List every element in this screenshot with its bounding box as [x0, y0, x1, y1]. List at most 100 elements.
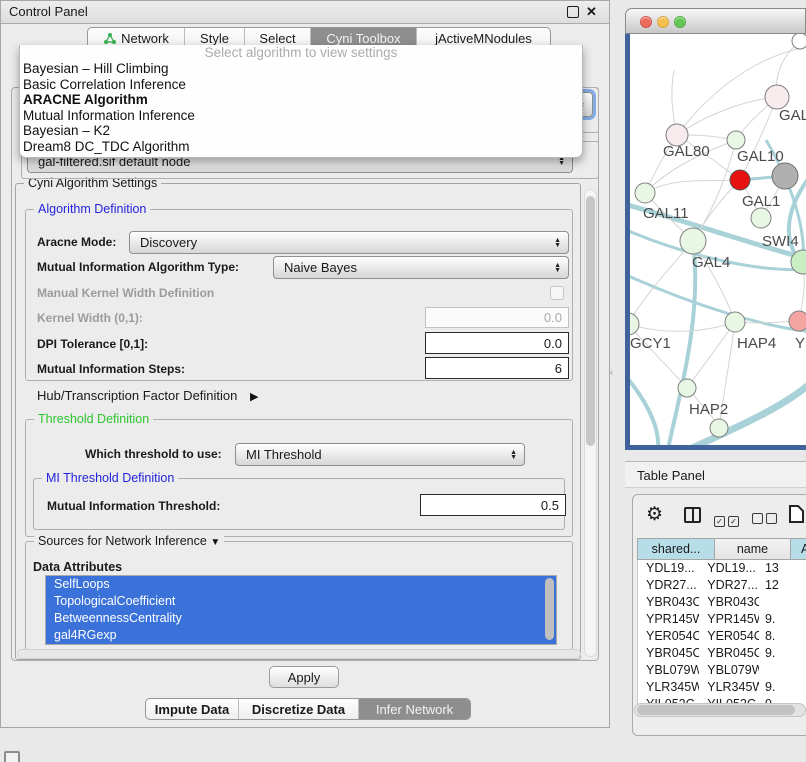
node-gcy1[interactable] — [630, 313, 639, 335]
dropdown-item-bayesian-hill-climbing[interactable]: Bayesian – Hill Climbing — [20, 61, 582, 77]
network-edge[interactable] — [645, 180, 740, 193]
data-attributes-list: SelfLoops TopologicalCoefficient Between… — [45, 575, 557, 645]
list-scrollbar-thumb[interactable] — [545, 578, 554, 640]
tab-infer-network[interactable]: Infer Network — [358, 699, 470, 719]
settings-hscrollbar-track[interactable] — [17, 649, 581, 659]
aracne-mode-label: Aracne Mode: — [37, 231, 116, 254]
table-row[interactable]: YLR345W YLR345W 9. — [638, 679, 806, 696]
dropdown-item-mutual-information[interactable]: Mutual Information Inference — [20, 108, 582, 124]
close-icon[interactable]: ✕ — [586, 1, 597, 23]
table-row[interactable]: YBL079W YBL079W — [638, 662, 806, 679]
mi-type-combobox[interactable]: Naive Bayes ▲▼ — [273, 256, 569, 279]
dropdown-item-dream8[interactable]: Dream8 DC_TDC Algorithm — [20, 139, 582, 155]
split-columns-icon[interactable] — [684, 507, 701, 523]
mi-threshold-input[interactable]: 0.5 — [420, 494, 566, 516]
apply-button[interactable]: Apply — [269, 666, 339, 688]
node-gal11[interactable] — [635, 183, 655, 203]
zoom-traffic-light[interactable] — [674, 16, 686, 28]
list-item-gal4rgexp[interactable]: gal4RGexp — [46, 627, 556, 644]
mi-steps-input[interactable]: 6 — [425, 357, 569, 379]
node-label-gal11: GAL11 — [643, 205, 689, 222]
list-item-topologicalcoefficient[interactable]: TopologicalCoefficient — [46, 593, 556, 610]
node-label-gal80: GAL80 — [663, 143, 710, 160]
mi-threshold-label: Mutual Information Threshold: — [47, 495, 220, 517]
table-row[interactable]: YBR043C YBR043C — [638, 594, 806, 611]
table-hscrollbar-thumb[interactable] — [637, 705, 795, 715]
column-header-name[interactable]: name — [715, 538, 791, 560]
node-label-gcy1: GCY1 — [630, 335, 671, 352]
node-label-y-cut: Y — [795, 335, 805, 352]
node-gal1[interactable] — [751, 208, 771, 228]
aracne-mode-combobox[interactable]: Discovery ▲▼ — [129, 231, 569, 254]
tab-network-label: Network — [121, 31, 169, 46]
hub-definition-expander[interactable]: Hub/Transcription Factor Definition ▶ — [37, 387, 258, 405]
table-body: YDL19... YDL19... 13 YDR27... YDR27... 1… — [637, 560, 806, 713]
column-header-shared-name[interactable]: shared... — [637, 538, 715, 560]
algorithm-definition-title: Algorithm Definition — [34, 202, 150, 216]
float-window-icon[interactable] — [567, 6, 579, 18]
node-hap2[interactable] — [678, 379, 696, 397]
show-checked-columns-icon[interactable]: ✓✓ — [714, 511, 739, 529]
mi-type-value: Naive Bayes — [284, 260, 357, 275]
node-gal-cut[interactable] — [765, 85, 789, 109]
minimize-traffic-light[interactable] — [657, 16, 669, 28]
control-panel-window: Control Panel ✕ Network Style — [0, 0, 610, 728]
chevron-down-icon[interactable]: ▼ — [210, 537, 220, 548]
table-row[interactable]: YDL19... YDL19... 13 — [638, 560, 806, 577]
list-item-betweennesscentrality[interactable]: BetweennessCentrality — [46, 610, 556, 627]
node-label-gal-cut: GAL — [779, 107, 806, 124]
list-item-selfloops[interactable]: SelfLoops — [46, 576, 556, 593]
network-edge[interactable] — [687, 322, 735, 388]
which-threshold-label: Which threshold to use: — [85, 443, 222, 466]
dropdown-item-aracne[interactable]: ARACNE Algorithm — [20, 92, 582, 108]
network-edge[interactable] — [630, 241, 693, 324]
hide-columns-icon[interactable] — [752, 511, 777, 529]
settings-scrollbar-track[interactable] — [584, 189, 597, 657]
kernel-width-input[interactable]: 0.0 — [425, 307, 569, 328]
manual-kernel-label: Manual Kernel Width Definition — [37, 286, 214, 301]
combo-arrows-icon: ▲▼ — [554, 263, 561, 273]
table-row[interactable]: YER054C YER054C 8. — [638, 628, 806, 645]
aracne-mode-value: Discovery — [140, 235, 197, 250]
mi-type-label: Mutual Information Algorithm Type: — [37, 256, 239, 279]
column-header-cut[interactable]: A — [791, 538, 806, 560]
node-unlabeled[interactable] — [792, 34, 806, 49]
dropdown-item-basic-correlation[interactable]: Basic Correlation Inference — [20, 77, 582, 93]
node-label-hap4: HAP4 — [737, 335, 776, 352]
network-edge[interactable] — [630, 374, 658, 445]
table-hscrollbar-track[interactable] — [634, 703, 806, 717]
network-edge[interactable] — [630, 274, 806, 332]
combo-arrows-icon: ▲▼ — [554, 238, 561, 248]
table-row[interactable]: YDR27... YDR27... 12 — [638, 577, 806, 594]
which-threshold-combobox[interactable]: MI Threshold ▲▼ — [235, 443, 525, 466]
dropdown-prompt: Select algorithm to view settings — [20, 45, 582, 61]
bottom-tabbar: Impute Data Discretize Data Infer Networ… — [145, 698, 471, 720]
table-row[interactable]: YPR145W YPR145W 9. — [638, 611, 806, 628]
network-graph: GAL GAL80 GAL10 GAL1 GAL11 SWI4 GAL4 GCY… — [630, 34, 806, 445]
node-red-selected[interactable] — [730, 170, 750, 190]
panel-divider-handle[interactable]: ‹ — [610, 366, 618, 378]
network-edge[interactable] — [630, 322, 735, 331]
table-row[interactable]: YBR045C YBR045C 9. — [638, 645, 806, 662]
node-gal10[interactable] — [727, 131, 745, 149]
node-gal4[interactable] — [680, 228, 706, 254]
close-traffic-light[interactable] — [640, 16, 652, 28]
node-unlabeled[interactable] — [710, 419, 728, 437]
dropdown-item-bayesian-k2[interactable]: Bayesian – K2 — [20, 123, 582, 139]
manual-kernel-checkbox[interactable] — [550, 286, 564, 300]
mi-steps-label: Mutual Information Steps: — [37, 358, 185, 380]
network-edge[interactable] — [630, 324, 687, 388]
tab-discretize-data[interactable]: Discretize Data — [238, 699, 358, 719]
node-hap4[interactable] — [725, 312, 745, 332]
new-table-icon[interactable] — [788, 504, 805, 529]
network-edge[interactable] — [677, 97, 777, 135]
dpi-tolerance-input[interactable]: 0.0 — [425, 332, 569, 354]
network-view-canvas[interactable]: GAL GAL80 GAL10 GAL1 GAL11 SWI4 GAL4 GCY… — [630, 34, 806, 445]
gear-icon[interactable]: ⚙ — [646, 503, 663, 526]
node-y-cut[interactable] — [789, 311, 806, 331]
tab-impute-data[interactable]: Impute Data — [146, 699, 238, 719]
network-window-titlebar[interactable] — [625, 8, 806, 34]
settings-scrollbar-thumb[interactable] — [586, 196, 595, 446]
network-edge[interactable] — [740, 97, 777, 180]
node-gray[interactable] — [772, 163, 798, 189]
